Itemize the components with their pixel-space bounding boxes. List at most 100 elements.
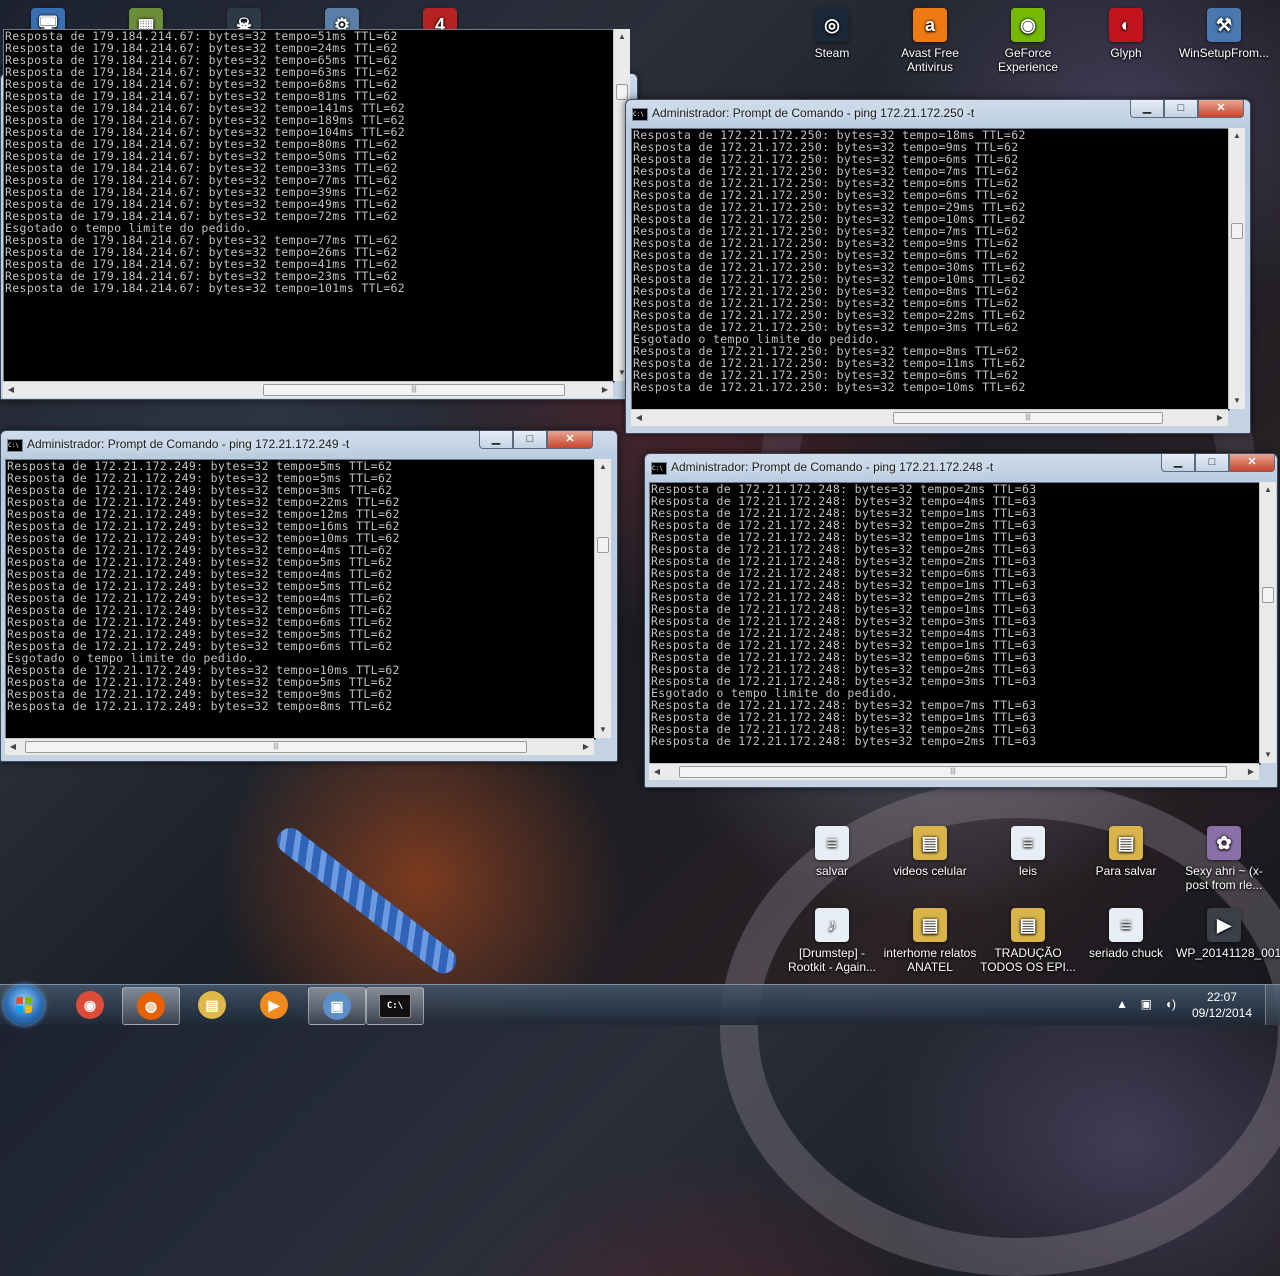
close-button[interactable]: ✕ xyxy=(1229,454,1275,472)
windows-start-icon[interactable] xyxy=(4,985,44,1025)
horizontal-scrollbar[interactable]: ◀ ||| ▶ xyxy=(5,738,594,755)
scroll-up-arrow-icon[interactable]: ▲ xyxy=(1229,128,1245,144)
horizontal-scrollbar[interactable]: ◀ ||| ▶ xyxy=(3,381,613,398)
system-tray: ▲ ▣ ◖) 22:07 09/12/2014 xyxy=(1110,985,1280,1025)
desktop-icon-image[interactable]: ✿ Sexy ahri ~ (x-post from rle... xyxy=(1176,826,1272,892)
cmd-icon: C:\ xyxy=(379,994,411,1018)
show-desktop-button[interactable] xyxy=(1265,985,1280,1025)
taskbar-firefox-button[interactable]: ◍ xyxy=(122,987,180,1025)
scroll-left-arrow-icon[interactable]: ◀ xyxy=(5,739,21,755)
desktop-icon-mp3[interactable]: ♪ [Drumstep] - Rootkit - Again... xyxy=(784,908,880,974)
scroll-up-arrow-icon[interactable]: ▲ xyxy=(1260,482,1276,498)
title-bar[interactable]: C:\ Administrador: Prompt de Comando - pi… xyxy=(645,454,1277,482)
scroll-thumb[interactable]: ||| xyxy=(25,741,527,753)
desktop-icon-document[interactable]: ≡ leis xyxy=(980,826,1076,878)
desktop-icon-geforce[interactable]: ◉ GeForce Experience xyxy=(980,8,1076,74)
console-lines: Resposta de 172.21.172.248: bytes=32 tem… xyxy=(650,483,1260,747)
scroll-right-arrow-icon[interactable]: ▶ xyxy=(597,382,613,398)
console-lines: Resposta de 179.184.214.67: bytes=32 tem… xyxy=(4,30,614,294)
desktop-icon-document[interactable]: ≡ salvar xyxy=(784,826,880,878)
console-output[interactable]: Resposta de 179.184.214.67: bytes=32 tem… xyxy=(3,29,615,383)
vertical-scrollbar[interactable]: ▲ ▼ xyxy=(1228,128,1245,409)
scroll-right-arrow-icon[interactable]: ▶ xyxy=(578,739,594,755)
close-button[interactable]: ✕ xyxy=(547,431,593,449)
scroll-thumb[interactable]: ||| xyxy=(679,766,1227,778)
desktop-icon-folder[interactable]: ▤ TRADUÇÃO TODOS OS EPI... xyxy=(980,908,1076,974)
horizontal-scrollbar[interactable]: ◀ ||| ▶ xyxy=(649,763,1259,780)
cmd-window[interactable]: C:\Administrador: Prompt de Comando - pi… xyxy=(644,453,1278,788)
horizontal-scrollbar[interactable]: ◀ ||| ▶ xyxy=(631,409,1228,426)
document-icon: ≡ xyxy=(815,826,849,860)
scroll-thumb[interactable]: ||| xyxy=(263,384,565,396)
title-bar[interactable]: C:\ Administrador: Prompt de Comando - pi… xyxy=(1,431,617,459)
volume-icon[interactable]: ◖) xyxy=(1165,997,1176,1011)
media-player-icon: ▶ xyxy=(260,991,288,1019)
show-hidden-icons-icon[interactable]: ▲ xyxy=(1116,997,1128,1011)
desktop-icon-label: Glyph xyxy=(1110,46,1142,60)
maximize-button[interactable]: □ xyxy=(1195,454,1229,472)
vertical-scrollbar[interactable]: ▲ ▼ xyxy=(1259,482,1276,763)
console-output[interactable]: Resposta de 172.21.172.250: bytes=32 tem… xyxy=(631,128,1230,411)
scroll-thumb[interactable] xyxy=(597,537,609,553)
taskbar-cmd-button[interactable]: C:\ xyxy=(366,987,424,1025)
cmd-window[interactable]: C:\Administrador: Prompt de Comando - pi… xyxy=(0,430,618,762)
window-controls: ▁□✕ xyxy=(479,431,593,450)
avast-icon: a xyxy=(913,8,947,42)
folder-icon: ▤ xyxy=(1109,826,1143,860)
close-button[interactable]: ✕ xyxy=(1198,100,1244,118)
taskbar-media-player-button[interactable]: ▶ xyxy=(246,987,302,1023)
taskbar-explorer-button[interactable]: ▤ xyxy=(184,987,240,1023)
desktop-icon-steam[interactable]: ◎ Steam xyxy=(784,8,880,60)
desktop-icon-video[interactable]: ▶ WP_20141128_001 xyxy=(1176,908,1280,960)
glyph-icon: ◐ xyxy=(1109,8,1143,42)
title-bar[interactable]: C:\ Administrador: Prompt de Comando - pi… xyxy=(626,100,1250,128)
scroll-thumb[interactable] xyxy=(616,84,628,100)
network-icon[interactable]: ▣ xyxy=(1141,997,1152,1011)
window-title: Administrador: Prompt de Comando - ping … xyxy=(652,106,975,120)
console-output[interactable]: Resposta de 172.21.172.248: bytes=32 tem… xyxy=(649,482,1261,765)
chrome-icon: ◉ xyxy=(76,991,104,1019)
cmd-window[interactable]: C:\Administrador: Prompt de Comando - pi… xyxy=(0,29,638,400)
minimize-button[interactable]: ▁ xyxy=(479,431,513,449)
clock[interactable]: 22:07 09/12/2014 xyxy=(1192,989,1252,1021)
scroll-down-arrow-icon[interactable]: ▼ xyxy=(1260,747,1276,763)
desktop-icon-folder[interactable]: ▤ videos celular xyxy=(882,826,978,878)
scroll-thumb[interactable] xyxy=(1262,587,1274,603)
taskbar-image-viewer-button[interactable]: ▣ xyxy=(308,987,366,1025)
scroll-down-arrow-icon[interactable]: ▼ xyxy=(1229,393,1245,409)
folder-icon: ▤ xyxy=(913,826,947,860)
scroll-right-arrow-icon[interactable]: ▶ xyxy=(1212,410,1228,426)
desktop-icon-avast[interactable]: a Avast Free Antivirus xyxy=(882,8,978,74)
scroll-down-arrow-icon[interactable]: ▼ xyxy=(595,722,611,738)
winsetup-icon: ⚒ xyxy=(1207,8,1241,42)
desktop-icon-label: TRADUÇÃO TODOS OS EPI... xyxy=(980,946,1076,974)
scroll-right-arrow-icon[interactable]: ▶ xyxy=(1243,764,1259,780)
explorer-icon: ▤ xyxy=(198,991,226,1019)
scroll-thumb[interactable]: ||| xyxy=(893,412,1163,424)
desktop-icon-label: seriado chuck xyxy=(1088,946,1164,960)
scroll-up-arrow-icon[interactable]: ▲ xyxy=(614,29,630,45)
desktop-icon-winsetup[interactable]: ⚒ WinSetupFrom... xyxy=(1176,8,1272,60)
cmd-window[interactable]: C:\Administrador: Prompt de Comando - pi… xyxy=(625,99,1251,434)
cmd-icon: C:\ xyxy=(651,462,667,475)
scroll-left-arrow-icon[interactable]: ◀ xyxy=(649,764,665,780)
desktop-icon-folder[interactable]: ▤ interhome relatos ANATEL xyxy=(882,908,978,974)
taskbar-chrome-button[interactable]: ◉ xyxy=(62,987,118,1023)
scroll-up-arrow-icon[interactable]: ▲ xyxy=(595,459,611,475)
maximize-button[interactable]: □ xyxy=(1164,100,1198,118)
scroll-thumb[interactable] xyxy=(1231,223,1243,239)
minimize-button[interactable]: ▁ xyxy=(1130,100,1164,118)
console-output[interactable]: Resposta de 172.21.172.249: bytes=32 tem… xyxy=(5,459,596,740)
firefox-icon: ◍ xyxy=(137,992,165,1020)
desktop-icon-folder[interactable]: ▤ Para salvar xyxy=(1078,826,1174,878)
scroll-left-arrow-icon[interactable]: ◀ xyxy=(3,382,19,398)
minimize-button[interactable]: ▁ xyxy=(1161,454,1195,472)
desktop-icon-document[interactable]: ≡ seriado chuck xyxy=(1078,908,1174,960)
desktop-icon-label: WinSetupFrom... xyxy=(1178,46,1270,60)
desktop-icon-glyph[interactable]: ◐ Glyph xyxy=(1078,8,1174,60)
vertical-scrollbar[interactable]: ▲ ▼ xyxy=(594,459,611,738)
maximize-button[interactable]: □ xyxy=(513,431,547,449)
window-controls: ▁□✕ xyxy=(1161,454,1275,473)
video-icon: ▶ xyxy=(1207,908,1241,942)
scroll-left-arrow-icon[interactable]: ◀ xyxy=(631,410,647,426)
